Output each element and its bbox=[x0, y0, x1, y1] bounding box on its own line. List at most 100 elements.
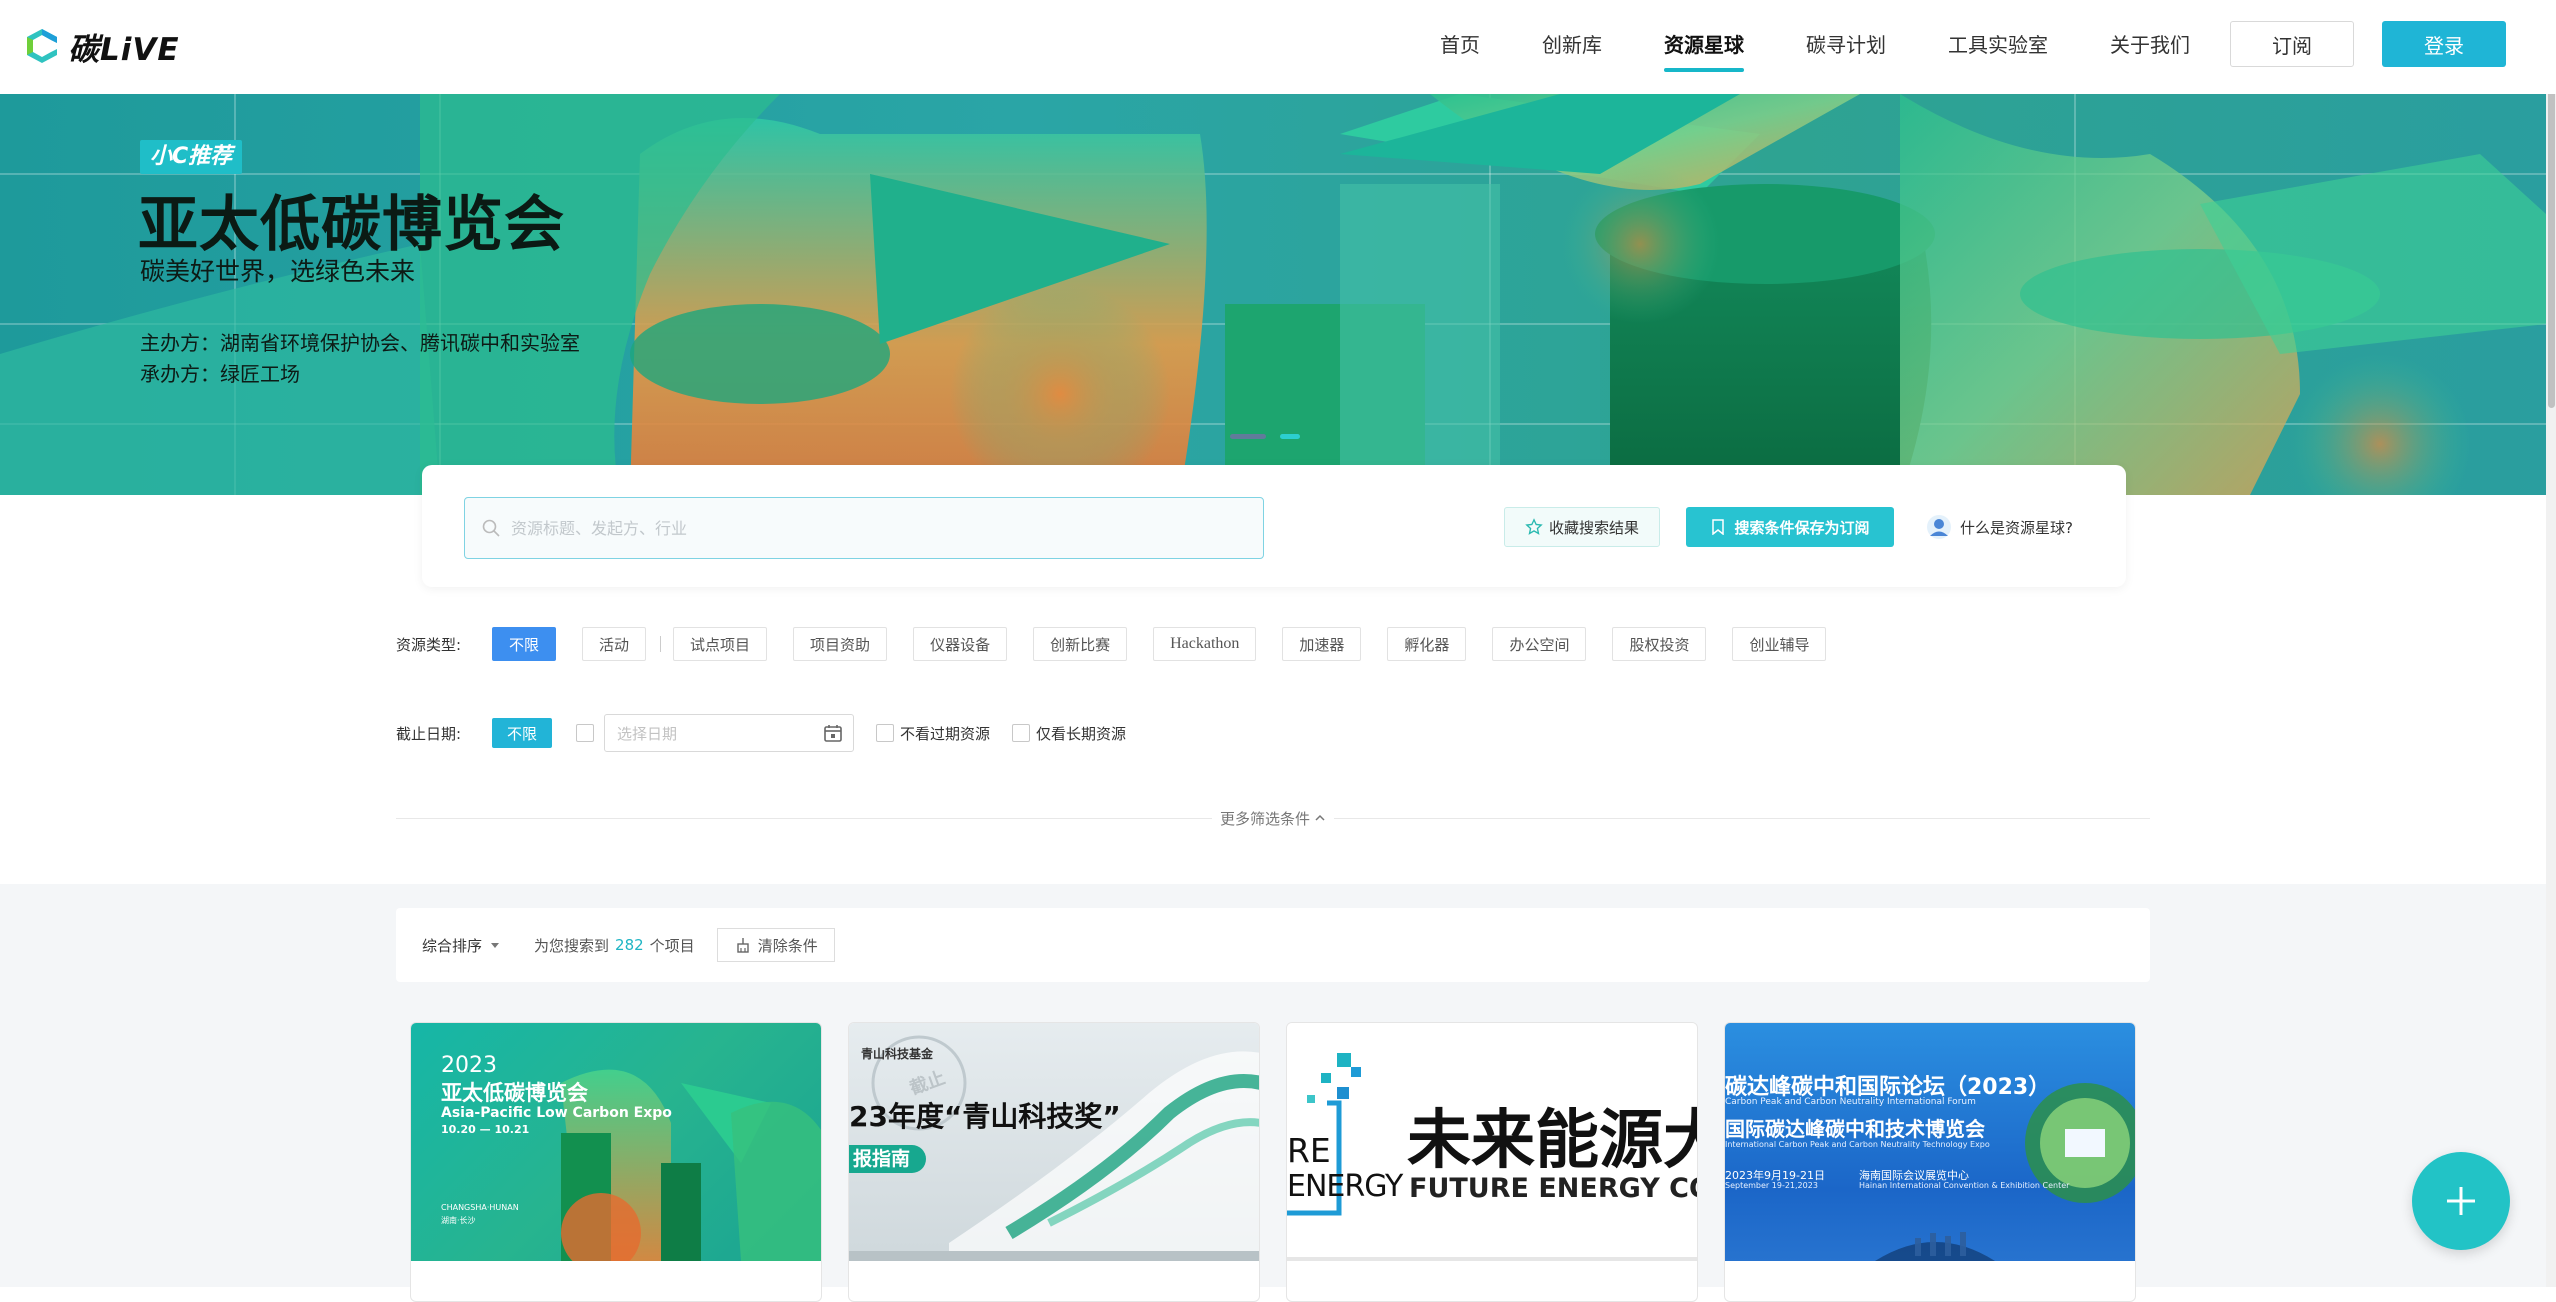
nav-innovation-library[interactable]: 创新库 bbox=[1542, 0, 1602, 94]
carousel-dots bbox=[1230, 434, 1300, 439]
divider-line bbox=[1334, 817, 2151, 819]
nav-resource-planet[interactable]: 资源星球 bbox=[1664, 0, 1744, 94]
long-term-option[interactable]: 仅看长期资源 bbox=[1012, 723, 1126, 744]
banner-title: 亚太低碳博览会 bbox=[138, 190, 565, 260]
add-floating-button[interactable] bbox=[2412, 1152, 2510, 1250]
type-chip-pilot-project[interactable]: 试点项目 bbox=[673, 627, 768, 661]
site-logo[interactable]: 碳LiVE bbox=[22, 24, 180, 68]
card4-line2-en: International Carbon Peak and Carbon Neu… bbox=[1725, 1140, 1990, 1149]
date-enable-checkbox[interactable] bbox=[576, 724, 595, 742]
long-term-checkbox[interactable] bbox=[1012, 724, 1031, 742]
date-picker[interactable]: 选择日期 bbox=[604, 714, 855, 752]
chevron-up-icon bbox=[1315, 814, 1325, 821]
banner-organizers: 主办方：湖南省环境保护协会、腾讯碳中和实验室 承办方：绿匠工场 bbox=[140, 328, 580, 390]
login-button[interactable]: 登录 bbox=[2382, 21, 2506, 67]
subscribe-button[interactable]: 订阅 bbox=[2230, 21, 2354, 67]
recommend-badge: 小C推荐 bbox=[140, 140, 243, 174]
card2-tag: 报指南 bbox=[849, 1145, 927, 1173]
hide-expired-checkbox[interactable] bbox=[876, 724, 895, 742]
card1-dates: 10.20 — 10.21 bbox=[441, 1123, 530, 1136]
card1-en-title: Asia-Pacific Low Carbon Expo bbox=[441, 1105, 672, 1121]
main-nav: 首页 创新库 资源星球 碳寻计划 工具实验室 关于我们 bbox=[1440, 0, 2252, 94]
card2-brand: 青山科技基金 bbox=[861, 1047, 934, 1061]
date-placeholder: 选择日期 bbox=[617, 724, 678, 743]
deadline-chip-unlimited[interactable]: 不限 bbox=[492, 718, 553, 748]
card1-title: 亚太低碳博览会 bbox=[441, 1081, 588, 1105]
type-chip-project-funding[interactable]: 项目资助 bbox=[793, 627, 888, 661]
what-is-resource-planet-link[interactable]: 什么是资源星球? bbox=[1926, 509, 2073, 545]
nav-about-us[interactable]: 关于我们 bbox=[2110, 0, 2190, 94]
bookmark-icon bbox=[1712, 519, 1725, 535]
card1-city-cn: 湖南·长沙 bbox=[441, 1216, 476, 1225]
banner-subtitle: 碳美好世界，选绿色未来 bbox=[140, 257, 416, 286]
results-toolbar: 综合排序 为您搜索到 282 个项目 清除条件 bbox=[396, 908, 2150, 982]
plus-icon bbox=[2447, 1187, 2475, 1215]
result-count-prefix: 为您搜索到 bbox=[534, 936, 610, 955]
card4-line1-en: Carbon Peak and Carbon Neutrality Intern… bbox=[1725, 1097, 1976, 1107]
hide-expired-label: 不看过期资源 bbox=[900, 724, 991, 743]
resource-card[interactable]: 碳达峰碳中和国际论坛（2023） Carbon Peak and Carbon … bbox=[1724, 1022, 2136, 1302]
deadline-filter: 截止日期: 不限 选择日期 不看过期资源 仅看长期资源 bbox=[396, 714, 1126, 752]
more-filters-label: 更多筛选条件 bbox=[1220, 809, 1311, 828]
result-count-suffix: 个项目 bbox=[649, 936, 695, 955]
resource-card[interactable]: 2023 亚太低碳博览会 Asia-Pacific Low Carbon Exp… bbox=[410, 1022, 822, 1302]
type-chip-equipment[interactable]: 仪器设备 bbox=[913, 627, 1008, 661]
more-filters-toggle[interactable]: 更多筛选条件 bbox=[1212, 808, 1334, 829]
divider bbox=[660, 636, 662, 652]
collect-results-label: 收藏搜索结果 bbox=[1548, 518, 1639, 537]
type-chip-startup-mentoring[interactable]: 创业辅导 bbox=[1732, 627, 1827, 661]
search-box[interactable] bbox=[464, 497, 1264, 559]
clear-filters-button[interactable]: 清除条件 bbox=[716, 928, 835, 962]
card4-venue-en: Hainan International Convention & Exhibi… bbox=[1859, 1181, 2070, 1190]
type-chip-unlimited[interactable]: 不限 bbox=[492, 627, 557, 661]
save-as-subscription-label: 搜索条件保存为订阅 bbox=[1734, 518, 1870, 537]
banner-co-organizer: 承办方：绿匠工场 bbox=[140, 362, 300, 386]
more-filters-row: 更多筛选条件 bbox=[396, 806, 2151, 830]
hide-expired-option[interactable]: 不看过期资源 bbox=[876, 723, 990, 744]
card1-city: CHANGSHA·HUNAN bbox=[441, 1203, 519, 1212]
card1-year: 2023 bbox=[441, 1053, 497, 1078]
caret-down-icon bbox=[491, 943, 500, 948]
card4-date-en: September 19-21,2023 bbox=[1725, 1181, 1818, 1190]
card3-big-title: 未来能源大 bbox=[1407, 1104, 1697, 1178]
broom-icon bbox=[736, 938, 749, 953]
carousel-dot-active[interactable] bbox=[1280, 434, 1300, 439]
clear-filters-label: 清除条件 bbox=[757, 936, 818, 955]
card-image: 2023 亚太低碳博览会 Asia-Pacific Low Carbon Exp… bbox=[411, 1023, 821, 1261]
type-chip-incubator[interactable]: 孵化器 bbox=[1387, 627, 1467, 661]
hero-banner[interactable]: 小C推荐 亚太低碳博览会 碳美好世界，选绿色未来 主办方：湖南省环境保护协会、腾… bbox=[0, 94, 2546, 495]
type-chip-office-space[interactable]: 办公空间 bbox=[1492, 627, 1587, 661]
card-image: RE ENERGY 未来能源大 FUTURE ENERGY CONV bbox=[1287, 1023, 1697, 1261]
sort-label: 综合排序 bbox=[422, 936, 483, 955]
star-icon bbox=[1525, 518, 1543, 535]
nav-home[interactable]: 首页 bbox=[1440, 0, 1480, 94]
resource-type-filter: 资源类型: 不限 活动 试点项目 项目资助 仪器设备 创新比赛 Hackatho… bbox=[396, 627, 1852, 661]
what-is-label: 什么是资源星球? bbox=[1960, 518, 2073, 537]
user-avatar-icon bbox=[1927, 515, 1951, 539]
type-chip-equity-investment[interactable]: 股权投资 bbox=[1612, 627, 1707, 661]
logo-text: 碳LiVE bbox=[68, 31, 180, 68]
type-chip-innovation-contest[interactable]: 创新比赛 bbox=[1033, 627, 1128, 661]
resource-card[interactable]: 青山科技基金 截止 23年度“青山科技奖” 报指南 bbox=[848, 1022, 1260, 1302]
type-chip-activity[interactable]: 活动 bbox=[582, 627, 647, 661]
nav-carbon-search-plan[interactable]: 碳寻计划 bbox=[1806, 0, 1886, 94]
save-as-subscription-button[interactable]: 搜索条件保存为订阅 bbox=[1686, 507, 1894, 547]
nav-tool-lab[interactable]: 工具实验室 bbox=[1948, 0, 2048, 94]
search-icon bbox=[482, 519, 500, 537]
resource-type-label: 资源类型: bbox=[396, 635, 462, 654]
long-term-label: 仅看长期资源 bbox=[1036, 724, 1127, 743]
search-panel: 收藏搜索结果 搜索条件保存为订阅 什么是资源星球? bbox=[422, 465, 2126, 587]
card2-headline: 23年度“青山科技奖” bbox=[849, 1100, 1121, 1133]
top-header: 碳LiVE 首页 创新库 资源星球 碳寻计划 工具实验室 关于我们 订阅 登录 bbox=[0, 0, 2556, 94]
carousel-dot[interactable] bbox=[1230, 434, 1266, 439]
type-chip-accelerator[interactable]: 加速器 bbox=[1282, 627, 1362, 661]
search-input[interactable] bbox=[511, 518, 1231, 538]
collect-results-button[interactable]: 收藏搜索结果 bbox=[1504, 507, 1660, 547]
sort-dropdown[interactable]: 综合排序 bbox=[422, 935, 500, 956]
calendar-icon bbox=[824, 725, 842, 742]
deadline-label: 截止日期: bbox=[396, 724, 462, 743]
card-image: 青山科技基金 截止 23年度“青山科技奖” 报指南 bbox=[849, 1023, 1259, 1261]
resource-card[interactable]: RE ENERGY 未来能源大 FUTURE ENERGY CONV bbox=[1286, 1022, 1698, 1302]
banner-organizer: 主办方：湖南省环境保护协会、腾讯碳中和实验室 bbox=[140, 331, 580, 355]
type-chip-hackathon[interactable]: Hackathon bbox=[1153, 627, 1257, 661]
